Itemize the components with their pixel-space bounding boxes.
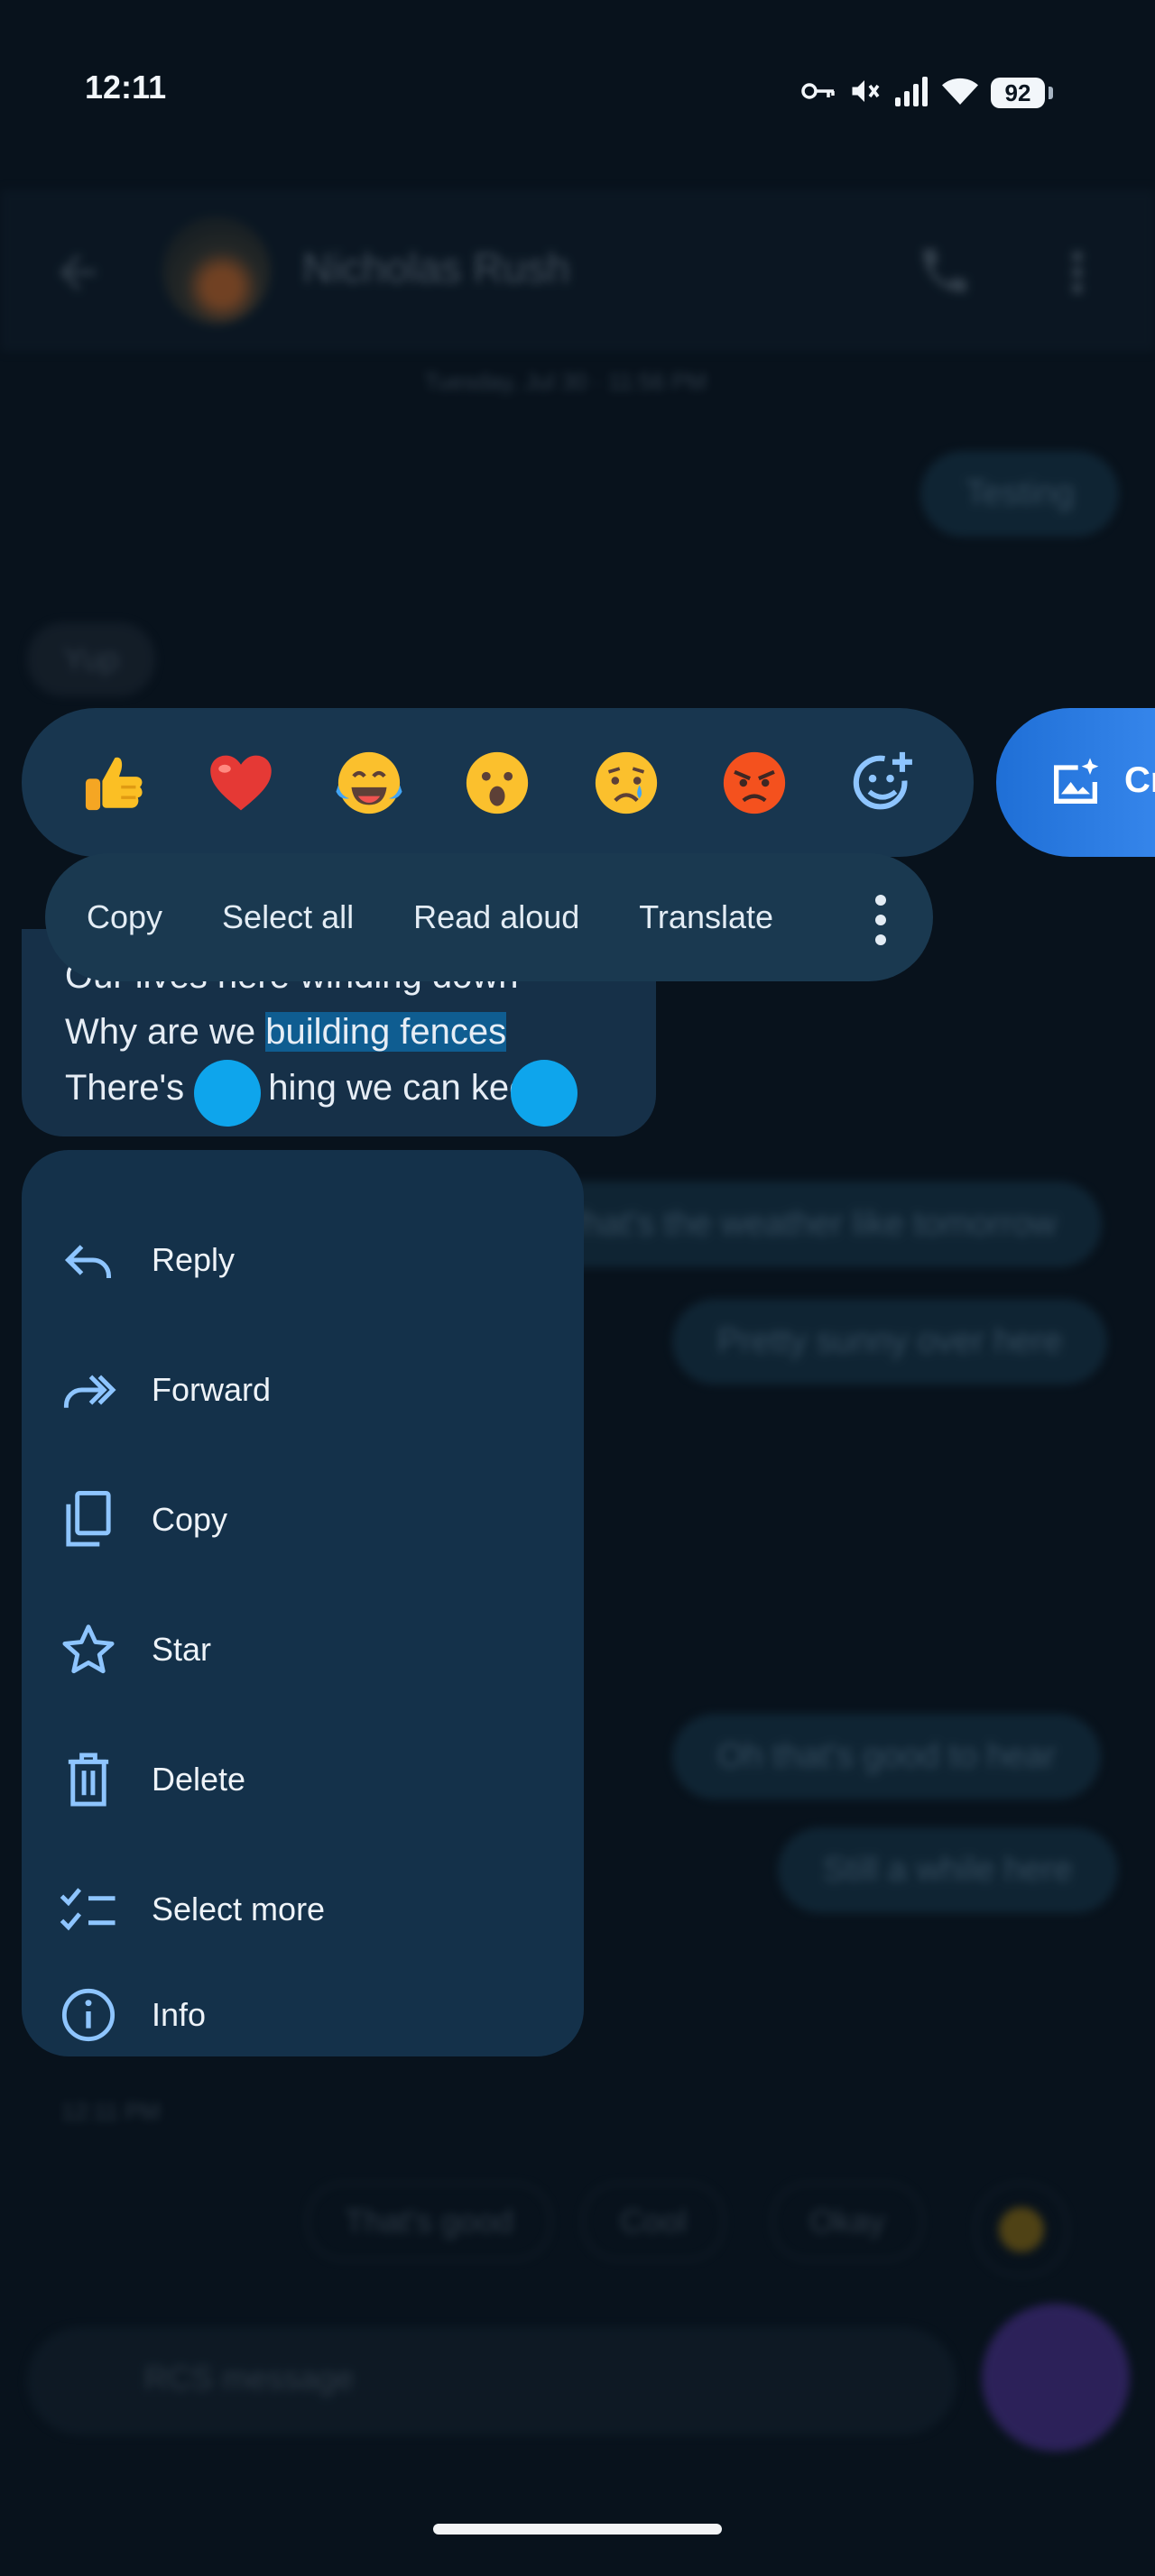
create-label: Cr [1124,760,1155,800]
message-context-menu: Reply Forward Copy Star Delete Select mo… [22,1150,584,2056]
contact-avatar [162,216,271,325]
thumbs-up-reaction[interactable] [68,738,158,828]
message-bubble: Pretty sunny over here [672,1299,1108,1385]
send-fab [982,2304,1130,2452]
copy-text-button[interactable]: Copy [87,898,162,936]
smart-reply-chip: That's good [307,2183,551,2260]
angry-reaction[interactable] [709,738,799,828]
surprised-reaction[interactable] [452,738,542,828]
info-icon [56,1983,121,2047]
status-icons: 92 [801,70,1053,115]
selection-end-handle[interactable] [511,1060,578,1127]
text-selection-toolbar: Copy Select all Read aloud Translate [45,853,933,981]
emoji-chip [975,2183,1068,2277]
message-bubble: What's the weather like tomorrow [505,1182,1102,1267]
wifi-icon [942,76,978,111]
back-arrow-icon [51,245,105,304]
menu-item-select-more[interactable]: Select more [22,1845,584,1974]
battery-icon: 92 [991,78,1045,108]
laughing-tears-reaction[interactable] [324,738,414,828]
add-emoji-icon[interactable] [837,738,928,828]
menu-label-select-more: Select more [152,1891,326,1927]
timestamp: 12:11 PM [61,2098,161,2125]
reply-icon [56,1228,121,1293]
menu-label-forward: Forward [152,1371,272,1408]
message-bubble: Still a while here [778,1827,1118,1913]
heart-reaction[interactable] [196,738,286,828]
image-sparkle-icon [1047,753,1104,820]
message-bubble: Testing [920,451,1120,537]
create-button[interactable]: Cr [996,708,1155,857]
reaction-bar [22,708,974,857]
forward-icon [56,1357,121,1422]
translate-button[interactable]: Translate [639,898,773,936]
menu-item-star[interactable]: Star [22,1585,584,1715]
menu-item-copy[interactable]: Copy [22,1455,584,1585]
menu-item-reply[interactable]: Reply [22,1195,584,1325]
delete-icon [56,1747,121,1812]
menu-label-reply: Reply [152,1241,236,1278]
message-text: Why are we [65,1012,266,1052]
message-line-3: There's hing we can keet [65,1068,575,1109]
signal-icon [893,76,929,111]
menu-label-star: Star [152,1631,212,1668]
read-aloud-button[interactable]: Read aloud [413,898,579,936]
contact-name: Nicholas Rush [302,244,570,291]
menu-item-forward[interactable]: Forward [22,1325,584,1455]
star-icon [56,1617,121,1682]
battery-tip [1049,87,1053,99]
message-input-placeholder: RCS message [144,2360,355,2397]
message-text: There's [65,1068,195,1108]
message-bubble: Oh that's good to hear [672,1714,1101,1799]
mute-icon [848,75,881,112]
checklist-icon [56,1877,121,1942]
select-all-button[interactable]: Select all [222,898,354,936]
date-divider: Tuesday, Jul 30 · 11:56 PM [424,368,707,395]
selected-text: building fences [265,1012,507,1052]
key-icon [801,80,836,106]
menu-item-info[interactable]: Info [22,1974,584,2056]
message-line-2: Why are we building fences [65,1012,507,1053]
smart-reply-chip: Okay [772,2183,924,2260]
message-bubble: Yup [27,622,156,696]
copy-icon [56,1487,121,1552]
smart-reply-chip: Cool [582,2183,725,2260]
more-options-icon[interactable] [873,895,888,945]
gesture-nav-bar[interactable] [433,2524,722,2535]
phone-icon [916,242,974,304]
crying-reaction[interactable] [581,738,671,828]
menu-label-copy: Copy [152,1501,228,1538]
more-vert-icon [1065,245,1090,304]
menu-label-delete: Delete [152,1761,246,1798]
menu-label-info: Info [152,1996,207,2033]
selection-start-handle[interactable] [194,1060,261,1127]
status-time: 12:11 [85,69,167,106]
message-text: hing we can kee [268,1068,530,1108]
menu-item-delete[interactable]: Delete [22,1715,584,1845]
